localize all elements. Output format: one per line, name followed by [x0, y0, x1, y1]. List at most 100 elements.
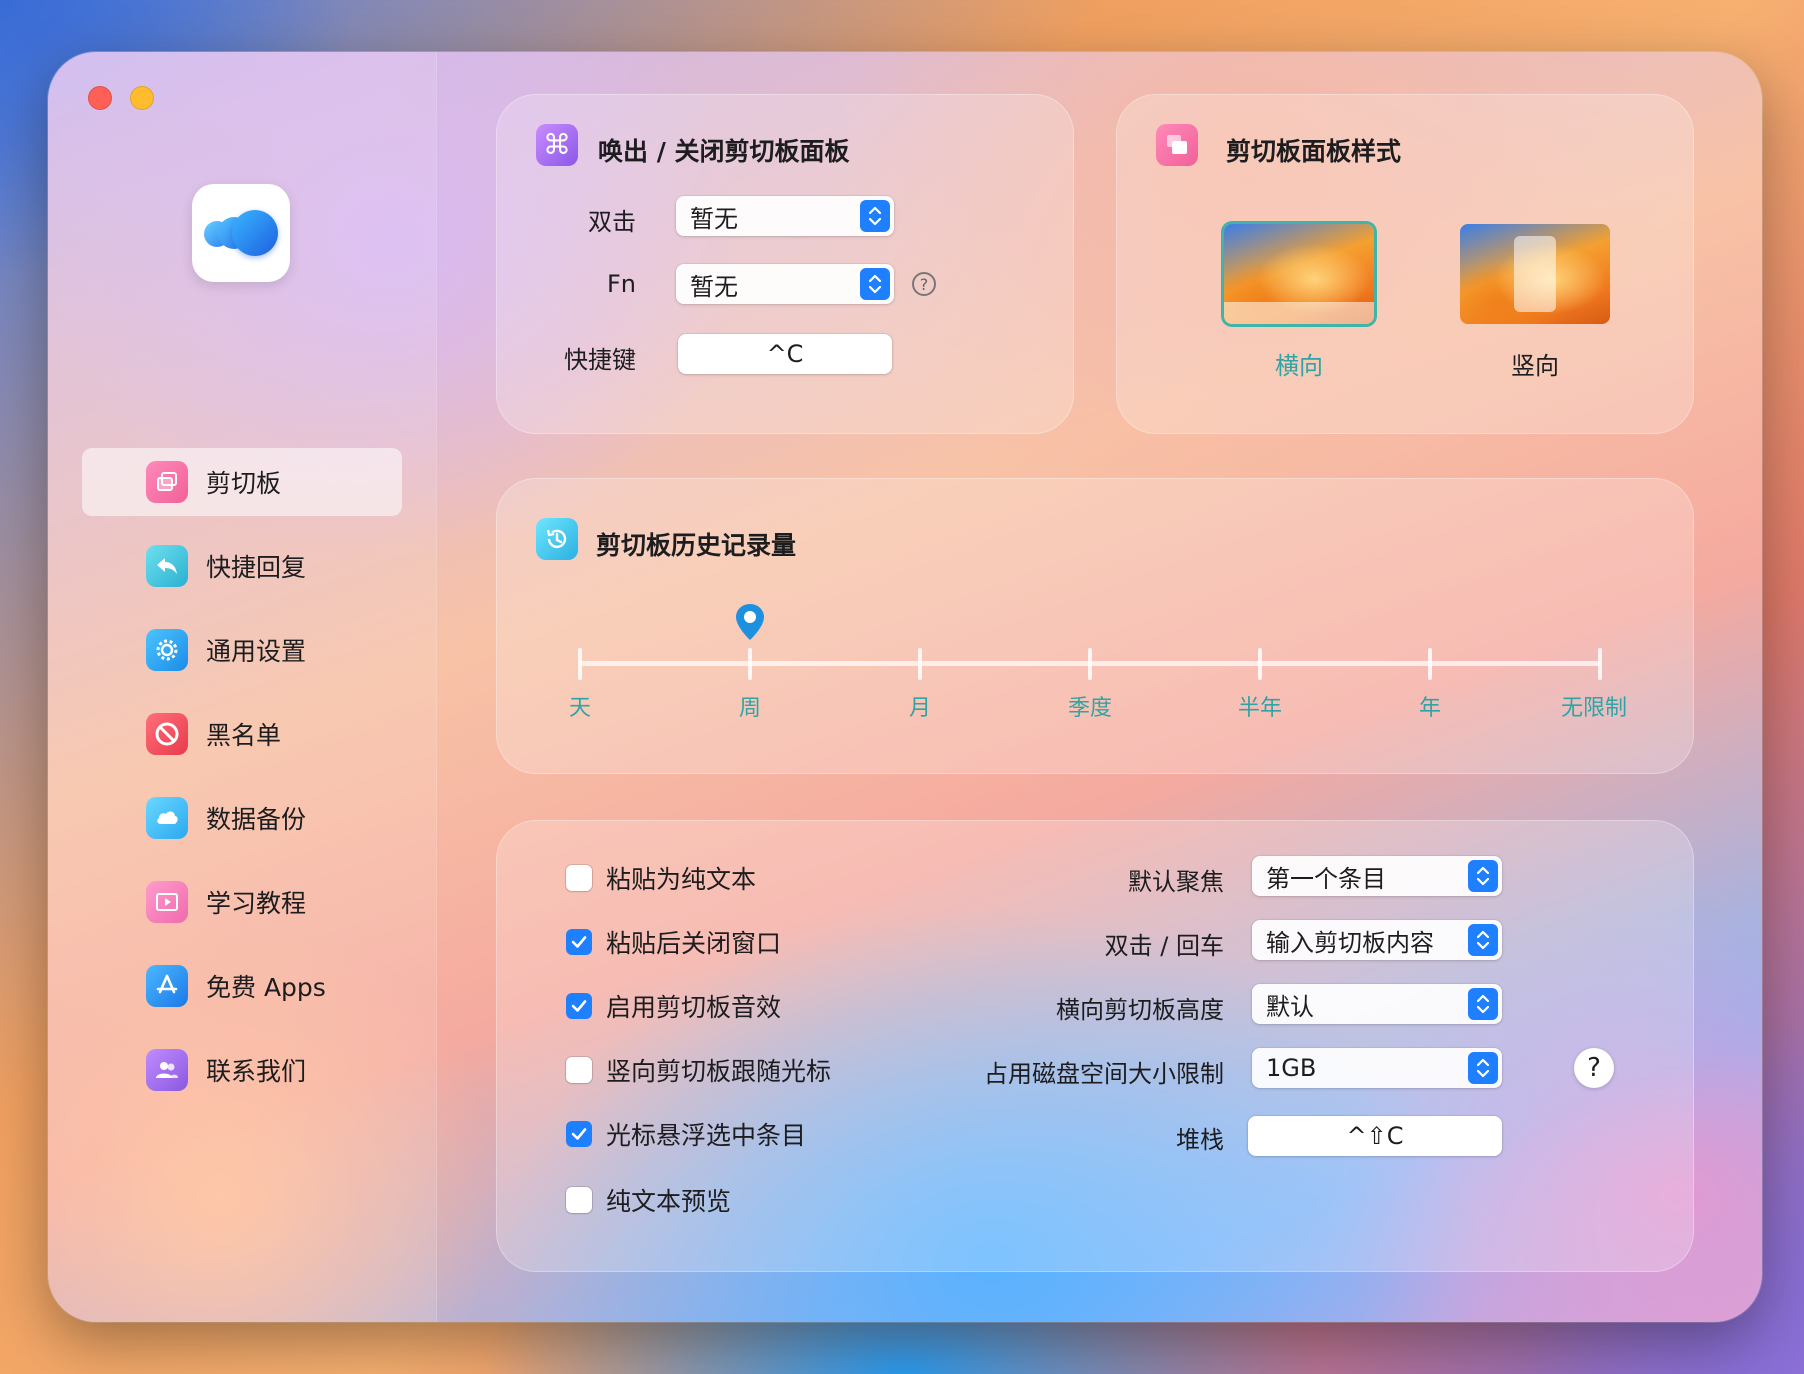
history-tick[interactable]: [918, 648, 922, 680]
checkbox-label: 光标悬浮选中条目: [606, 1121, 807, 1150]
checkbox-label: 启用剪切板音效: [606, 993, 782, 1022]
default-focus-label: 默认聚焦: [1128, 868, 1224, 896]
dblclick-enter-value: 输入剪切板内容: [1266, 928, 1434, 957]
fn-value: 暂无: [690, 272, 738, 301]
checkbox-sound[interactable]: 启用剪切板音效: [566, 988, 781, 1024]
horizontal-height-label: 横向剪切板高度: [1056, 996, 1224, 1024]
sidebar-nav: 剪切板 快捷回复 通用设置 黑名单 数据备份 学习教程 免费 Apps 联系我们: [82, 448, 402, 1120]
checkmark-icon[interactable]: [566, 1121, 592, 1147]
sidebar-item-label: 免费 Apps: [206, 973, 326, 1002]
sidebar-item-label: 剪切板: [206, 469, 282, 498]
chevron-updown-icon: [1468, 860, 1498, 892]
fn-label: Fn: [606, 270, 636, 298]
sidebar-item-quick-reply[interactable]: 快捷回复: [82, 532, 402, 600]
history-tick[interactable]: [748, 648, 752, 680]
sidebar-item-backup[interactable]: 数据备份: [82, 784, 402, 852]
sidebar-item-label: 通用设置: [206, 637, 307, 666]
checkbox-paste-plain[interactable]: 粘贴为纯文本: [566, 860, 756, 896]
disk-limit-label: 占用磁盘空间大小限制: [984, 1060, 1224, 1088]
history-tick-label: 天: [568, 696, 591, 721]
shortcut-label: 快捷键: [564, 346, 636, 374]
sidebar-item-free-apps[interactable]: 免费 Apps: [82, 952, 402, 1020]
shortcut-recorder[interactable]: ^C: [678, 334, 892, 374]
toggle-panel-card: ⌘ 唤出 / 关闭剪切板面板 双击 暂无 Fn 暂无 ? 快捷键 ^C: [496, 94, 1074, 434]
history-tick[interactable]: [1428, 648, 1432, 680]
checkbox-follow-cursor[interactable]: 竖向剪切板跟随光标: [566, 1052, 831, 1088]
checkbox-label: 粘贴后关闭窗口: [606, 929, 782, 958]
horizontal-style-option[interactable]: [1224, 224, 1374, 324]
vertical-style-option[interactable]: [1460, 224, 1610, 324]
sidebar-item-label: 黑名单: [206, 721, 282, 750]
history-tick[interactable]: [578, 648, 582, 680]
minimize-window-button[interactable]: [130, 86, 154, 110]
checkbox[interactable]: [566, 865, 592, 891]
sidebar-item-tutorial[interactable]: 学习教程: [82, 868, 402, 936]
sidebar-item-contact[interactable]: 联系我们: [82, 1036, 402, 1104]
vertical-style-label: 竖向: [1511, 352, 1559, 380]
chevron-updown-icon: [860, 200, 890, 232]
cloud-icon: [146, 797, 188, 839]
checkbox[interactable]: [566, 1187, 592, 1213]
clipboard-icon: [146, 461, 188, 503]
dblclick-enter-label: 双击 / 回车: [1104, 932, 1224, 960]
sidebar-item-label: 快捷回复: [206, 553, 307, 582]
history-icon: [536, 518, 578, 560]
panel-style-title: 剪切板面板样式: [1226, 137, 1402, 166]
sidebar-item-label: 联系我们: [206, 1057, 307, 1086]
reply-icon: [146, 545, 188, 587]
history-tick-label: 周: [738, 696, 761, 721]
sidebar-item-label: 学习教程: [206, 889, 307, 918]
checkbox-close-after-paste[interactable]: 粘贴后关闭窗口: [566, 924, 781, 960]
tutorial-icon: [146, 881, 188, 923]
sidebar: 剪切板 快捷回复 通用设置 黑名单 数据备份 学习教程 免费 Apps 联系我们: [48, 52, 437, 1322]
windows-icon: [1156, 124, 1198, 166]
toggle-panel-title: 唤出 / 关闭剪切板面板: [598, 137, 850, 166]
history-tick-label: 年: [1418, 696, 1441, 721]
sidebar-item-clipboard[interactable]: 剪切板: [82, 448, 402, 516]
double-click-value: 暂无: [690, 204, 738, 233]
chevron-updown-icon: [860, 268, 890, 300]
checkmark-icon[interactable]: [566, 929, 592, 955]
default-focus-select[interactable]: 第一个条目: [1252, 856, 1502, 896]
appstore-icon: [146, 965, 188, 1007]
fn-help-icon[interactable]: ?: [912, 272, 936, 296]
history-tick-label: 季度: [1067, 696, 1112, 721]
panel-style-card: 剪切板面板样式 横向 竖向: [1116, 94, 1694, 434]
checkbox-label: 竖向剪切板跟随光标: [606, 1057, 832, 1086]
fn-select[interactable]: 暂无: [676, 264, 894, 304]
checkbox[interactable]: [566, 1057, 592, 1083]
history-tick[interactable]: [1598, 648, 1602, 680]
disk-limit-help-icon[interactable]: ?: [1574, 1048, 1614, 1088]
chevron-updown-icon: [1468, 924, 1498, 956]
checkbox-label: 纯文本预览: [606, 1187, 732, 1216]
history-tick-label: 半年: [1237, 696, 1282, 721]
slider-pin-icon[interactable]: [734, 602, 766, 642]
command-icon: ⌘: [536, 124, 578, 166]
dblclick-enter-select[interactable]: 输入剪切板内容: [1252, 920, 1502, 960]
horizontal-style-label: 横向: [1275, 352, 1323, 380]
double-click-select[interactable]: 暂无: [676, 196, 894, 236]
checkbox-plain-preview[interactable]: 纯文本预览: [566, 1182, 731, 1218]
sidebar-item-label: 数据备份: [206, 805, 307, 834]
checkmark-icon[interactable]: [566, 993, 592, 1019]
stack-shortcut-recorder[interactable]: ^⇧C: [1248, 1116, 1502, 1156]
sidebar-item-general[interactable]: 通用设置: [82, 616, 402, 684]
disk-limit-value: 1GB: [1266, 1054, 1317, 1082]
history-title: 剪切板历史记录量: [596, 531, 797, 560]
app-logo: [192, 184, 290, 282]
history-tick[interactable]: [1088, 648, 1092, 680]
horizontal-height-select[interactable]: 默认: [1252, 984, 1502, 1024]
checkbox-label: 粘贴为纯文本: [606, 865, 757, 894]
double-click-label: 双击: [588, 208, 636, 236]
close-window-button[interactable]: [88, 86, 112, 110]
options-card: 粘贴为纯文本 粘贴后关闭窗口 启用剪切板音效 竖向剪切板跟随光标 光标悬浮选中条…: [496, 820, 1694, 1272]
chevron-updown-icon: [1468, 988, 1498, 1020]
default-focus-value: 第一个条目: [1266, 864, 1386, 893]
settings-window: 剪切板 快捷回复 通用设置 黑名单 数据备份 学习教程 免费 Apps 联系我们…: [48, 52, 1762, 1322]
chevron-updown-icon: [1468, 1052, 1498, 1084]
checkbox-hover-select[interactable]: 光标悬浮选中条目: [566, 1116, 806, 1152]
history-tick[interactable]: [1258, 648, 1262, 680]
sidebar-item-blacklist[interactable]: 黑名单: [82, 700, 402, 768]
history-card: 剪切板历史记录量 天 周 月 季度 半年 年 无限制: [496, 478, 1694, 774]
disk-limit-select[interactable]: 1GB: [1252, 1048, 1502, 1088]
